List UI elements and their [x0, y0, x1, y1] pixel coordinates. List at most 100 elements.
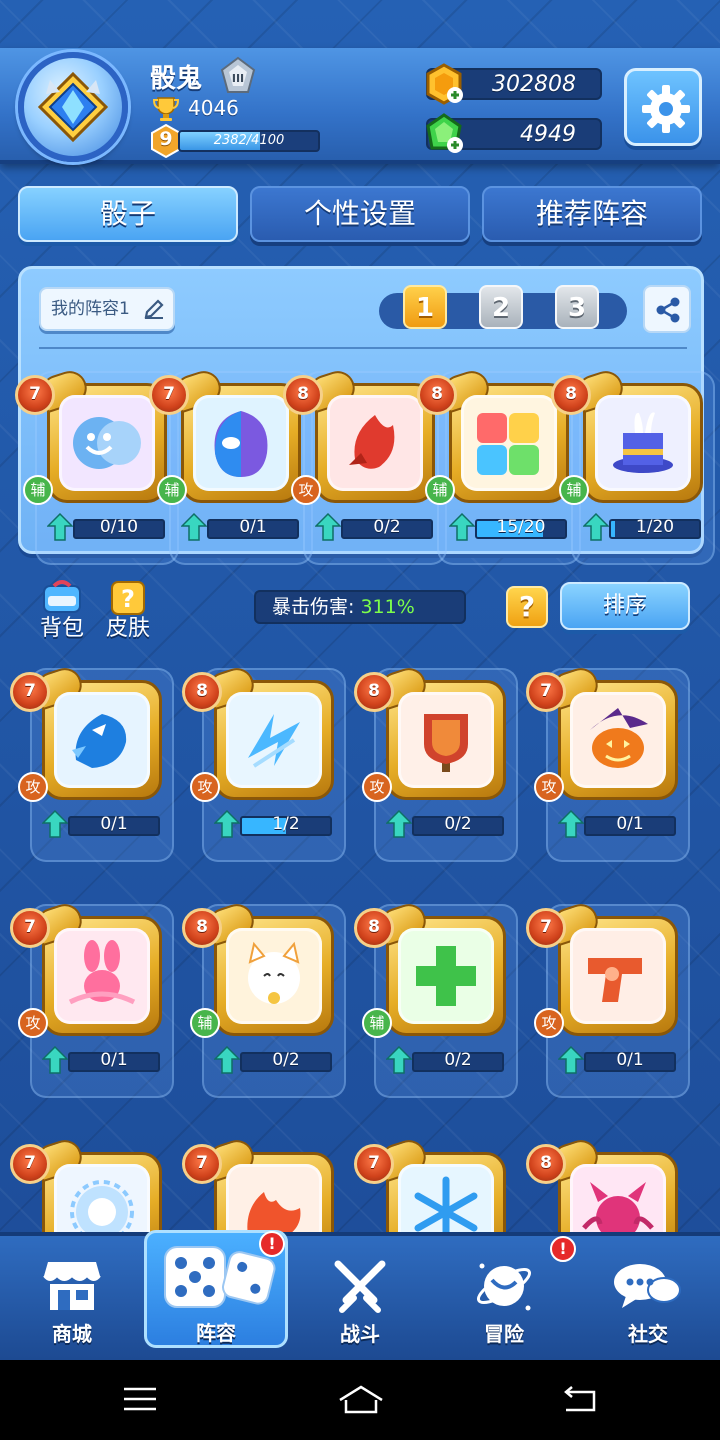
upgrade-arrow-icon: [181, 513, 207, 541]
dice-face: [327, 395, 423, 491]
nav-deck-label: 阵容: [196, 1321, 236, 1345]
dice-level-badge: 8: [354, 908, 394, 948]
dice-level-badge: 7: [182, 1144, 222, 1184]
help-button[interactable]: ?: [506, 586, 548, 628]
dice-role-badge: 攻: [291, 475, 321, 505]
upgrade-arrow-icon: [42, 810, 68, 838]
deck-slot-1[interactable]: 1: [403, 285, 447, 329]
upgrade-arrow-icon: [583, 513, 609, 541]
dice-card-count: 0/1: [239, 517, 267, 537]
dice-role-badge: 攻: [534, 772, 564, 802]
gem-amount: 4949: [520, 122, 576, 147]
dice-face: [54, 692, 150, 788]
share-button[interactable]: [643, 285, 691, 333]
deck-slot-selector: 1 2 3: [379, 285, 627, 329]
sort-button[interactable]: 排序: [560, 582, 690, 630]
upgrade-arrow-icon: [386, 810, 412, 838]
dice-card-count: 0/2: [444, 1050, 472, 1070]
system-navigation-bar: [0, 1360, 720, 1440]
tab-recommended-deck[interactable]: 推荐阵容: [482, 186, 702, 242]
gem-counter[interactable]: 4949: [426, 113, 602, 153]
player-header: 骰鬼 III 4046 9 2382/4100 302808 4949: [0, 48, 720, 164]
dice-card-count: 0/1: [100, 1050, 128, 1070]
dice-level-badge: 8: [551, 375, 591, 415]
home-icon[interactable]: [336, 1384, 386, 1416]
nav-adventure-label: 冒险: [484, 1322, 524, 1346]
dice-face: [570, 692, 666, 788]
dice-face: [595, 395, 691, 491]
crossed-swords-icon: [334, 1260, 386, 1313]
dice-card-count: 0/2: [373, 517, 401, 537]
deck-slot-2[interactable]: 2: [479, 285, 523, 329]
dice-role-badge: 攻: [18, 1008, 48, 1038]
player-avatar[interactable]: [18, 52, 128, 162]
dice-card-count: 1/2: [272, 814, 300, 834]
lucky-cat-icon: [248, 941, 300, 1004]
nav-battle[interactable]: 战斗: [288, 1236, 432, 1360]
dice-role-badge: 攻: [18, 772, 48, 802]
nav-adventure-alert-badge: !: [550, 1236, 576, 1262]
upgrade-arrow-icon: [214, 810, 240, 838]
deck-slot-3[interactable]: 3: [555, 285, 599, 329]
dice-role-badge: 辅: [23, 475, 53, 505]
dice-level-badge: 7: [526, 908, 566, 948]
rank-badge-icon: III: [220, 56, 256, 93]
heal-cross-icon: [416, 946, 476, 1006]
skin-button[interactable]: ? 皮肤: [100, 580, 156, 642]
shop-icon: [43, 1262, 101, 1310]
crit-damage-value: 311%: [360, 596, 415, 618]
dice-upgrade-progress: 0/10: [47, 513, 167, 541]
dice-level-badge: 7: [10, 908, 50, 948]
dragon-icon: [72, 714, 127, 768]
nav-shop-label: 商城: [52, 1322, 92, 1346]
dice-upgrade-progress: 0/2: [386, 810, 506, 838]
game-screen: 骰鬼 III 4046 9 2382/4100 302808 4949 骰子 个…: [0, 0, 720, 1360]
dice-face: [398, 692, 494, 788]
crit-damage-label: 暴击伤害:: [272, 596, 355, 618]
settings-button[interactable]: [624, 68, 702, 146]
dice-upgrade-progress: 0/1: [181, 513, 301, 541]
status-bar: [0, 0, 720, 48]
dice-role-badge: 辅: [190, 1008, 220, 1038]
nav-adventure[interactable]: 冒险 !: [432, 1236, 576, 1360]
recent-apps-icon[interactable]: [122, 1384, 158, 1414]
nav-shop[interactable]: 商城: [0, 1236, 144, 1360]
comedy-masks-icon: [73, 417, 141, 469]
dice-upgrade-progress: 1/20: [583, 513, 703, 541]
dice-card-count: 0/2: [272, 1050, 300, 1070]
trophy-count: 4046: [188, 96, 239, 120]
dice-face: [226, 928, 322, 1024]
dice-face: [226, 692, 322, 788]
back-icon[interactable]: [560, 1384, 598, 1414]
tab-dice[interactable]: 骰子: [18, 186, 238, 242]
dice-level-badge: 7: [354, 1144, 394, 1184]
puzzle-icon: [477, 413, 539, 475]
dice-face: [193, 395, 289, 491]
nav-social-label: 社交: [628, 1322, 668, 1346]
svg-text:?: ?: [121, 585, 135, 613]
dice-face: [570, 928, 666, 1024]
deck-name-button[interactable]: 我的阵容1: [39, 287, 175, 331]
dice-face: [461, 395, 557, 491]
dice-card-count: 0/1: [100, 814, 128, 834]
nav-social[interactable]: 社交: [576, 1236, 720, 1360]
dice-level-badge: 8: [417, 375, 457, 415]
magic-hat-icon: [613, 412, 673, 473]
bag-label: 背包: [39, 616, 84, 641]
dice-level-badge: 7: [526, 672, 566, 712]
upgrade-arrow-icon: [214, 1046, 240, 1074]
rocket-icon: [349, 415, 395, 469]
nav-battle-label: 战斗: [340, 1322, 380, 1346]
dice-face: [398, 928, 494, 1024]
dice-card-count: 15/20: [496, 517, 546, 537]
dice-upgrade-progress: 0/2: [315, 513, 435, 541]
dice-level-badge: 8: [182, 672, 222, 712]
bag-button[interactable]: 背包: [34, 580, 90, 642]
dice-upgrade-progress: 0/2: [386, 1046, 506, 1074]
nav-deck[interactable]: 阵容 !: [144, 1230, 288, 1348]
gold-counter[interactable]: 302808: [426, 63, 602, 105]
gear-icon: [642, 85, 690, 133]
shield-totem-icon: [424, 714, 468, 772]
tab-personalize[interactable]: 个性设置: [250, 186, 470, 242]
crit-damage-display: 暴击伤害: 311%: [254, 590, 466, 624]
